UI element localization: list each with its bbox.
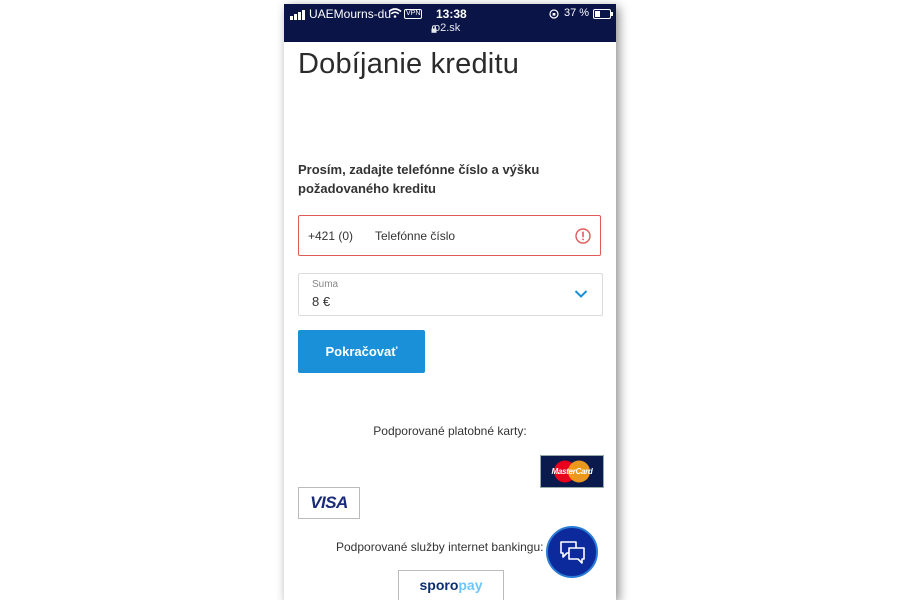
- exclamation-circle-icon: [575, 228, 591, 244]
- continue-button[interactable]: Pokračovať: [298, 330, 425, 373]
- amount-label: Suma: [312, 279, 339, 290]
- amount-value: 8 €: [312, 294, 331, 309]
- visa-logo: VISA: [298, 487, 360, 519]
- mastercard-wordmark: MasterCard: [551, 467, 593, 476]
- chat-bubbles-icon: [560, 541, 585, 564]
- amount-select[interactable]: Suma 8 €: [298, 273, 603, 316]
- sporopay-wordmark-b: pay: [458, 577, 483, 593]
- supported-banking-label: Podporované služby internet bankingu:: [336, 540, 544, 554]
- vpn-badge: VPN: [404, 9, 423, 19]
- sporopay-logo: sporopay: [398, 570, 504, 600]
- phone-screen: UAEMourns-du VPN 13:38 o2.sk 37 % Dobíja…: [284, 4, 616, 600]
- clock: 13:38: [436, 7, 467, 21]
- sporopay-wordmark-a: sporo: [419, 577, 459, 593]
- chevron-down-icon[interactable]: [574, 289, 588, 299]
- battery-percent: 37 %: [564, 7, 590, 19]
- address-url[interactable]: o2.sk: [434, 22, 460, 34]
- supported-cards-label: Podporované platobné karty:: [373, 424, 527, 438]
- orientation-lock-icon: [549, 9, 559, 19]
- signal-icon: [290, 10, 306, 20]
- battery-icon: [593, 9, 613, 19]
- chat-button[interactable]: [546, 526, 598, 578]
- status-bar: UAEMourns-du VPN 13:38 o2.sk 37 %: [284, 4, 616, 42]
- carrier-name: UAEMourns-du: [309, 7, 392, 21]
- wifi-icon: [388, 8, 402, 18]
- phone-number-input[interactable]: [375, 225, 565, 247]
- instruction-text: Prosím, zadajte telefónne číslo a výšku …: [298, 162, 540, 196]
- page-title: Dobíjanie kreditu: [298, 48, 520, 80]
- mastercard-logo: MasterCard: [540, 455, 604, 488]
- country-prefix: +421 (0): [308, 229, 354, 243]
- phone-number-field[interactable]: +421 (0): [298, 215, 601, 256]
